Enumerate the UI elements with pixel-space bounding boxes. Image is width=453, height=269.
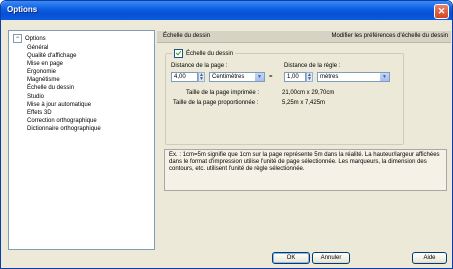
window-title: Options xyxy=(7,5,38,14)
equals-sign: = xyxy=(269,74,273,80)
printed-size-value: 21,00cm x 29,70cm xyxy=(282,90,335,96)
rule-unit-select[interactable]: mètres ▼ xyxy=(317,72,390,82)
page-distance-input[interactable]: 4,00 xyxy=(171,72,198,82)
cancel-button[interactable]: Annuler xyxy=(312,252,350,264)
rule-unit-value: mètres xyxy=(320,74,339,80)
example-note: Ex. : 1cm=5m signifie que 1cm sur la pag… xyxy=(164,149,447,191)
tree-item[interactable]: Ergonomie xyxy=(27,68,101,76)
tree-item[interactable]: Studio xyxy=(27,93,101,101)
rule-distance-label: Distance de la règle : xyxy=(284,63,341,69)
tree-list: Général Qualité d'affichage Mise en page Er… xyxy=(27,44,101,133)
tree-item[interactable]: Échelle du dessin xyxy=(27,84,101,92)
chevron-down-icon[interactable]: ▼ xyxy=(254,73,264,81)
tree-item[interactable]: Magnétisme xyxy=(27,76,101,84)
title-bar[interactable]: Options ✕ xyxy=(1,1,452,20)
spin-down-icon: ▼ xyxy=(307,76,312,82)
page-distance-label: Distance de la page : xyxy=(171,63,228,69)
panel-title: Échelle du dessin xyxy=(163,33,211,39)
page-unit-value: Centimètres xyxy=(212,74,245,80)
tree-item[interactable]: Dictionnaire orthographique xyxy=(27,125,101,133)
page-distance-spinner[interactable]: ▲ ▼ xyxy=(198,72,205,82)
spin-down-icon: ▼ xyxy=(199,76,204,82)
tree-item[interactable]: Correction orthographique xyxy=(27,117,101,125)
tree-item[interactable]: Effets 3D xyxy=(27,109,101,117)
close-button[interactable]: ✕ xyxy=(434,4,449,19)
page-unit-select[interactable]: Centimètres ▼ xyxy=(209,72,265,82)
tree-item[interactable]: Mise en page xyxy=(27,60,101,68)
proportional-size-value: 5,25m x 7,425m xyxy=(282,100,326,106)
options-tree[interactable]: − Options Général Qualité d'affichage Mise… xyxy=(8,30,155,250)
scale-checkbox[interactable] xyxy=(174,49,183,58)
scale-checkbox-label: Échelle du dessin xyxy=(186,50,234,57)
chevron-down-icon[interactable]: ▼ xyxy=(379,73,389,81)
printed-size-label: Taille de la page imprimée : xyxy=(186,90,260,96)
panel-header: Échelle du dessin Modifier les préférenc… xyxy=(157,31,451,43)
tree-root-label: Options xyxy=(25,35,46,42)
rule-distance-input[interactable]: 1,00 xyxy=(284,72,306,82)
help-button[interactable]: Aide xyxy=(412,252,447,264)
tree-item[interactable]: Qualité d'affichage xyxy=(27,52,101,60)
tree-item[interactable]: Général xyxy=(27,44,101,52)
ok-button[interactable]: OK xyxy=(272,252,310,264)
close-icon: ✕ xyxy=(437,6,446,16)
collapse-icon[interactable]: − xyxy=(13,34,22,43)
rule-distance-spinner[interactable]: ▲ ▼ xyxy=(306,72,313,82)
panel-description: Modifier les préférences d'échelle du de… xyxy=(331,33,448,39)
scale-checkbox-row[interactable]: Échelle du dessin xyxy=(172,49,236,58)
tree-item[interactable]: Mise à jour automatique xyxy=(27,101,101,109)
tree-root[interactable]: − Options xyxy=(13,34,46,43)
options-window: Options ✕ − Options Général Qualité d'aff… xyxy=(0,0,453,269)
proportional-size-label: Taille de la page proportionnée : xyxy=(173,100,259,106)
